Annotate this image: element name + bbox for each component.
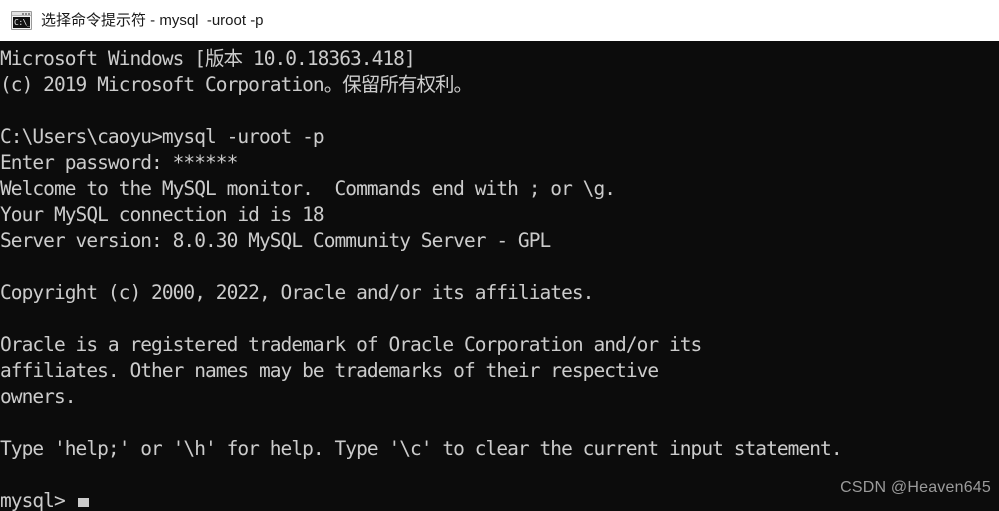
command-prompt-window: C:\_ 选择命令提示符 - mysql -uroot -p Microsoft… (0, 0, 999, 511)
window-titlebar[interactable]: C:\_ 选择命令提示符 - mysql -uroot -p (0, 0, 999, 41)
terminal-line: Copyright (c) 2000, 2022, Oracle and/or … (0, 281, 594, 304)
terminal-line: (c) 2019 Microsoft Corporation。保留所有权利。 (0, 73, 473, 96)
console-icon-dots (22, 13, 30, 15)
terminal-line: Welcome to the MySQL monitor. Commands e… (0, 177, 616, 200)
text-cursor (77, 498, 89, 507)
console-icon-prompt-text: C:\_ (13, 17, 30, 28)
terminal-line: affiliates. Other names may be trademark… (0, 359, 659, 382)
watermark-label: CSDN @Heaven645 (840, 479, 991, 496)
terminal-line: C:\Users\caoyu>mysql -uroot -p (0, 125, 325, 148)
terminal-lines: Microsoft Windows [版本 10.0.18363.418] (c)… (0, 46, 999, 511)
console-icon-titlebar (12, 12, 31, 16)
terminal-line: owners. (0, 385, 76, 408)
prompt-text: mysql> (0, 489, 76, 511)
window-title: 选择命令提示符 - mysql -uroot -p (41, 12, 264, 29)
console-icon: C:\_ (11, 11, 32, 30)
terminal-line: Microsoft Windows [版本 10.0.18363.418] (0, 47, 416, 70)
terminal-line: Enter password: ****** (0, 151, 238, 174)
terminal-line: Server version: 8.0.30 MySQL Community S… (0, 229, 551, 252)
terminal-line: Your MySQL connection id is 18 (0, 203, 325, 226)
terminal-output-area[interactable]: Microsoft Windows [版本 10.0.18363.418] (c)… (0, 41, 999, 511)
terminal-line: Type 'help;' or '\h' for help. Type '\c'… (0, 437, 843, 460)
terminal-line: Oracle is a registered trademark of Orac… (0, 333, 702, 356)
